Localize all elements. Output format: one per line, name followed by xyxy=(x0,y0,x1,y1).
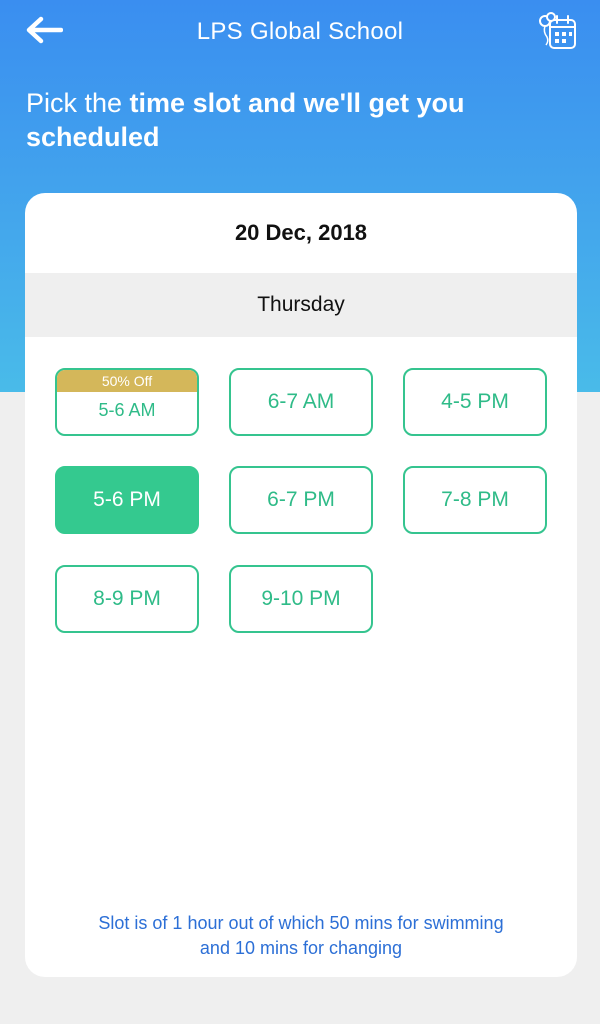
slot-info-line-1: Slot is of 1 hour out of which 50 mins f… xyxy=(98,913,504,933)
selected-day: Thursday xyxy=(25,273,577,337)
slot-5-6-am[interactable]: 50% Off 5-6 AM xyxy=(55,368,199,436)
slot-label: 7-8 PM xyxy=(441,488,509,511)
slot-9-10-pm[interactable]: 9-10 PM xyxy=(229,565,373,633)
slot-label: 6-7 AM xyxy=(267,390,335,413)
discount-badge: 50% Off xyxy=(57,370,197,392)
selected-date: 20 Dec, 2018 xyxy=(234,220,368,245)
slot-8-9-pm[interactable]: 8-9 PM xyxy=(55,565,199,633)
slot-label: 4-5 PM xyxy=(441,390,509,413)
slot-6-7-am[interactable]: 6-7 AM xyxy=(229,368,373,436)
slot-7-8-pm[interactable]: 7-8 PM xyxy=(403,466,547,534)
top-bar: LPS Global School xyxy=(0,0,600,64)
slot-label: 5-6 AM xyxy=(98,400,156,420)
slot-info-line-2: and 10 mins for changing xyxy=(199,938,403,958)
headline-prefix: Pick the xyxy=(26,88,130,118)
calendar-balloons-icon xyxy=(536,11,578,56)
slot-picker-screen: LPS Global School Pick the time slot and… xyxy=(0,0,600,1024)
headline: Pick the time slot and we'll get you sch… xyxy=(26,86,546,154)
slot-6-7-pm[interactable]: 6-7 PM xyxy=(229,466,373,534)
slot-label: 5-6 PM xyxy=(93,488,161,511)
slot-4-5-pm[interactable]: 4-5 PM xyxy=(403,368,547,436)
slot-label: 9-10 PM xyxy=(261,587,341,610)
slot-info-note: Slot is of 1 hour out of which 50 mins f… xyxy=(25,911,577,961)
slot-label: 8-9 PM xyxy=(93,587,161,610)
slot-card: 20 Dec, 2018 Thursday 50% Off 5-6 AM 6-7… xyxy=(25,193,577,977)
page-title: LPS Global School xyxy=(196,18,404,45)
slot-label: 6-7 PM xyxy=(267,488,335,511)
slot-5-6-pm[interactable]: 5-6 PM xyxy=(55,466,199,534)
calendar-button[interactable] xyxy=(534,11,580,56)
